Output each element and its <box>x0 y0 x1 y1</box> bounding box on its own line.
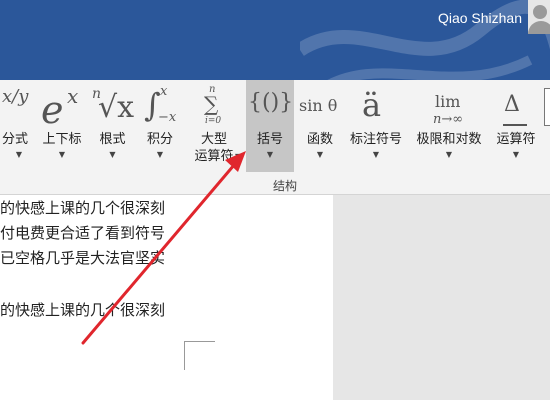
bracket-button[interactable]: {()} 括号 ▼ <box>246 80 294 172</box>
chevron-down-icon: ▼ <box>15 150 22 159</box>
function-label: 函数 <box>306 132 333 147</box>
chevron-down-icon: ▼ <box>266 150 274 159</box>
chevron-down-icon: ▼ <box>109 150 116 159</box>
radical-icon: n √x <box>92 86 135 125</box>
function-icon: sin θ <box>299 96 338 115</box>
radical-label: 根式 <box>99 132 126 147</box>
bracket-label: 括号 <box>256 132 283 147</box>
chevron-down-icon: ▼ <box>372 150 380 159</box>
chevron-down-icon: ▼ <box>512 150 520 159</box>
fraction-button[interactable]: x/y 分式 ▼ <box>0 80 32 172</box>
accent-icon: ä <box>362 86 382 124</box>
title-bar: Qiao Shizhan <box>0 0 550 80</box>
script-button[interactable]: e x 上下标 ▼ <box>33 80 91 172</box>
user-name[interactable]: Qiao Shizhan <box>438 10 522 26</box>
doc-line-1: 的快感上课的几个很深刻 <box>0 199 166 217</box>
summation-icon: n ∑ i=0 <box>204 84 222 126</box>
doc-line-3: 已空格几乎是大法官坚实 <box>0 249 166 267</box>
matrix-icon[interactable] <box>544 88 550 126</box>
bracket-icon: {()} <box>248 90 294 115</box>
limit-log-label: 极限和对数 <box>416 132 482 147</box>
chevron-down-icon: ▼ <box>316 150 324 159</box>
document-background <box>333 195 550 400</box>
avatar[interactable] <box>528 0 550 34</box>
integral-button[interactable]: ∫ x −x 积分 ▼ <box>138 80 182 172</box>
script-label: 上下标 <box>42 132 82 147</box>
accent-label: 标注符号 <box>349 132 402 147</box>
chevron-down-icon: ▼ <box>156 150 164 159</box>
large-operator-button[interactable]: n ∑ i=0 大型 运算符 ▼ <box>185 80 243 172</box>
large-operator-label: 大型 <box>200 132 227 147</box>
fraction-icon: x/y <box>2 86 29 107</box>
integral-icon: ∫ x −x <box>144 84 177 125</box>
operator-button[interactable]: Δ 运算符 ▼ <box>489 80 543 172</box>
margin-corner-marker <box>184 341 215 370</box>
accent-button[interactable]: ä 标注符号 ▼ <box>344 80 408 172</box>
ribbon-structures-group: x/y 分式 ▼ e x 上下标 ▼ n √x 根式 ▼ ∫ x −x 积分 ▼… <box>0 80 550 195</box>
doc-line-2: 付电费更合适了看到符号 <box>0 224 166 242</box>
integral-label: 积分 <box>146 132 173 147</box>
chevron-down-icon: ▼ <box>235 152 242 161</box>
operator-icon: Δ <box>489 84 543 130</box>
fraction-label: 分式 <box>1 132 28 147</box>
limit-log-button[interactable]: lim n→∞ 极限和对数 ▼ <box>410 80 488 172</box>
limit-icon: lim n→∞ <box>433 92 464 127</box>
chevron-down-icon: ▼ <box>58 150 66 159</box>
doc-line-5: 的快感上课的几个很深刻 <box>0 301 166 319</box>
function-button[interactable]: sin θ 函数 ▼ <box>296 80 344 172</box>
chevron-down-icon: ▼ <box>445 150 453 159</box>
superscript-icon: e x <box>41 84 79 132</box>
radical-button[interactable]: n √x 根式 ▼ <box>90 80 135 172</box>
document-page[interactable]: 的快感上课的几个很深刻 付电费更合适了看到符号 已空格几乎是大法官坚实 的快感上… <box>0 195 333 400</box>
operator-label: 运算符 <box>496 132 536 147</box>
group-label-structures: 结构 <box>272 179 297 193</box>
